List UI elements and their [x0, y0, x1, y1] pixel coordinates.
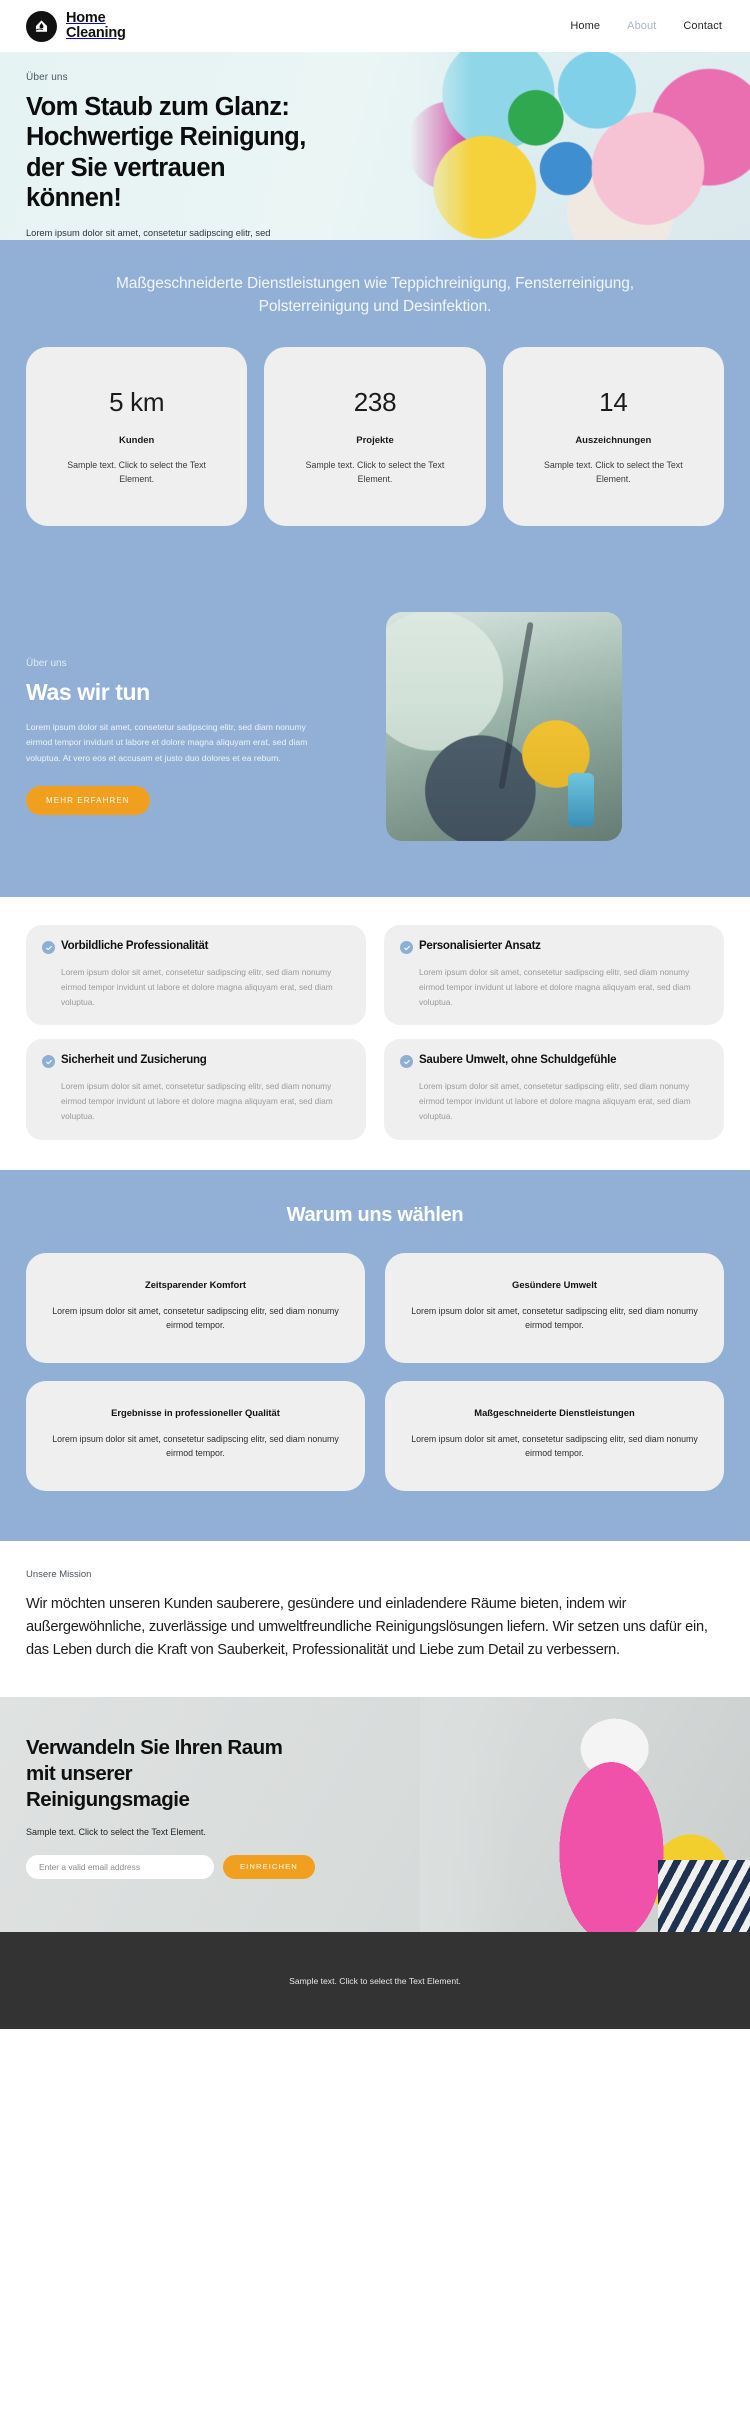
stat-number: 5 km — [109, 386, 165, 417]
brand-logo-link[interactable]: Home Cleaning — [26, 10, 126, 42]
stat-label: Projekte — [356, 434, 394, 446]
stat-number: 238 — [353, 386, 397, 417]
feature-title-row: Saubere Umwelt, ohne Schuldgefühle — [400, 1053, 708, 1069]
feature-text: Lorem ipsum dolor sit amet, consetetur s… — [61, 1081, 333, 1121]
why-card: Zeitsparender Komfort Lorem ipsum dolor … — [26, 1252, 365, 1363]
feature-title-row: Personalisierter Ansatz — [400, 939, 708, 954]
feature-text: Lorem ipsum dolor sit amet, consetetur s… — [419, 967, 691, 1007]
why-card-text: Lorem ipsum dolor sit amet, consetetur s… — [52, 1433, 339, 1459]
about-body: Lorem ipsum dolor sit amet, consetetur s… — [26, 722, 308, 763]
hero-content: Über uns Vom Staub zum Glanz: Hochwertig… — [0, 52, 430, 240]
cta-subtitle: Sample text. Click to select the Text El… — [26, 1826, 206, 1837]
about-title: Was wir tun — [26, 679, 150, 705]
cta-image — [420, 1697, 750, 1933]
why-section-title: Warum uns wählen — [286, 1203, 464, 1226]
feature-title: Personalisierter Ansatz — [419, 940, 541, 952]
check-circle-icon — [42, 941, 55, 954]
why-card-title: Zeitsparender Komfort — [144, 1278, 247, 1290]
stat-card: 5 km Kunden Sample text. Click to select… — [26, 346, 248, 526]
why-card: Maßgeschneiderte Dienstleistungen Lorem … — [385, 1380, 724, 1491]
stat-text: Sample text. Click to select the Text El… — [67, 459, 206, 484]
check-circle-icon — [42, 1055, 55, 1069]
hero-body: Lorem ipsum dolor sit amet, consetetur s… — [26, 228, 271, 239]
footer-text: Sample text. Click to select the Text El… — [289, 1975, 461, 1986]
feature-title: Saubere Umwelt, ohne Schuldgefühle — [419, 1054, 617, 1067]
why-card: Gesündere Umwelt Lorem ipsum dolor sit a… — [385, 1252, 724, 1363]
nav-item-contact[interactable]: Contact — [683, 20, 722, 32]
about-eyebrow: Über uns — [26, 658, 67, 669]
stat-label: Kunden — [118, 434, 155, 446]
feature-text: Lorem ipsum dolor sit amet, consetetur s… — [419, 1081, 691, 1121]
feature-card: Saubere Umwelt, ohne Schuldgefühle Lorem… — [384, 1039, 724, 1140]
why-choose-us-section: Warum uns wählen Zeitsparender Komfort L… — [0, 1169, 750, 1541]
house-droplet-logo-icon — [26, 10, 57, 42]
stat-text: Sample text. Click to select the Text El… — [543, 459, 683, 484]
why-card: Ergebnisse in professioneller Qualität L… — [26, 1380, 365, 1491]
why-card-text: Lorem ipsum dolor sit amet, consetetur s… — [411, 1433, 698, 1459]
cta-content: Verwandeln Sie Ihren Raum mit unserer Re… — [0, 1697, 420, 1879]
feature-title: Vorbildliche Professionalität — [61, 940, 209, 952]
feature-title-row: Vorbildliche Professionalität — [42, 939, 350, 954]
cta-section: Verwandeln Sie Ihren Raum mit unserer Re… — [0, 1697, 750, 1933]
feature-text: Lorem ipsum dolor sit amet, consetetur s… — [61, 967, 333, 1007]
submit-button[interactable]: EINREICHEN — [223, 1854, 315, 1879]
hero-image — [410, 52, 750, 240]
cta-title: Verwandeln Sie Ihren Raum mit unserer Re… — [26, 1736, 283, 1811]
why-card-title: Gesündere Umwelt — [512, 1278, 597, 1290]
why-cards-grid: Zeitsparender Komfort Lorem ipsum dolor … — [26, 1252, 724, 1491]
about-section: Über uns Was wir tun Lorem ipsum dolor s… — [0, 568, 750, 897]
nav-item-about[interactable]: About — [627, 20, 656, 32]
services-headline: Maßgeschneiderte Dienstleistungen wie Te… — [115, 275, 634, 316]
stat-number: 14 — [599, 386, 628, 417]
learn-more-button[interactable]: MEHR ERFAHREN — [26, 786, 150, 816]
hero-section: Über uns Vom Staub zum Glanz: Hochwertig… — [0, 52, 750, 240]
about-content: Über uns Was wir tun Lorem ipsum dolor s… — [26, 612, 366, 841]
stat-text: Sample text. Click to select the Text El… — [305, 459, 445, 484]
nav-item-home[interactable]: Home — [570, 20, 600, 32]
mission-text: Wir möchten unseren Kunden sauberere, ge… — [26, 1595, 708, 1658]
stat-card: 238 Projekte Sample text. Click to selec… — [264, 346, 486, 526]
main-nav: Home About Contact — [570, 20, 722, 32]
stat-label: Auszeichnungen — [575, 434, 652, 446]
newsletter-form: EINREICHEN — [26, 1854, 420, 1879]
feature-card: Vorbildliche Professionalität Lorem ipsu… — [26, 925, 366, 1026]
check-circle-icon — [400, 941, 413, 954]
email-input[interactable] — [26, 1854, 214, 1879]
stats-row: 5 km Kunden Sample text. Click to select… — [0, 343, 750, 569]
site-footer: Sample text. Click to select the Text El… — [0, 1932, 750, 2030]
feature-card: Personalisierter Ansatz Lorem ipsum dolo… — [384, 925, 724, 1026]
feature-title: Sicherheit und Zusicherung — [61, 1054, 207, 1067]
mission-section: Unsere Mission Wir möchten unseren Kunde… — [0, 1540, 750, 1698]
why-card-text: Lorem ipsum dolor sit amet, consetetur s… — [411, 1305, 698, 1331]
hero-eyebrow: Über uns — [26, 72, 68, 83]
why-card-title: Ergebnisse in professioneller Qualität — [111, 1406, 280, 1418]
site-header: Home Cleaning Home About Contact — [0, 0, 750, 52]
services-stats-section: Maßgeschneiderte Dienstleistungen wie Te… — [0, 240, 750, 568]
hero-title: Vom Staub zum Glanz: Hochwertige Reinigu… — [26, 93, 306, 213]
stat-card: 14 Auszeichnungen Sample text. Click to … — [502, 346, 724, 526]
mission-eyebrow: Unsere Mission — [26, 1568, 92, 1580]
brand-name: Home Cleaning — [66, 10, 126, 41]
why-card-title: Maßgeschneiderte Dienstleistungen — [474, 1406, 635, 1418]
about-image — [386, 612, 622, 841]
feature-title-row: Sicherheit und Zusicherung — [42, 1053, 350, 1069]
check-circle-icon — [400, 1055, 413, 1069]
features-section: Vorbildliche Professionalität Lorem ipsu… — [0, 897, 750, 1170]
feature-card: Sicherheit und Zusicherung Lorem ipsum d… — [26, 1039, 366, 1140]
why-card-text: Lorem ipsum dolor sit amet, consetetur s… — [52, 1305, 339, 1331]
